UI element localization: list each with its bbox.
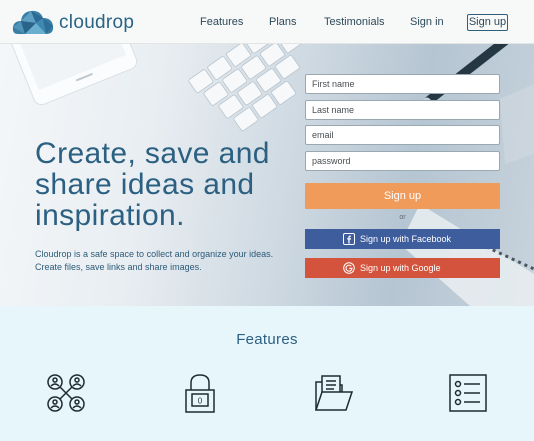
password-field[interactable] [305,151,500,171]
nav-testimonials[interactable]: Testimonials [324,16,385,28]
header-signup-button[interactable]: Sign up [467,14,508,31]
list-icon [449,374,487,412]
nav-plans[interactable]: Plans [269,16,297,28]
cloudrop-logo-icon[interactable] [12,7,54,37]
google-button-label: Sign up with Google [360,263,441,273]
facebook-icon [343,233,355,245]
signup-submit-button[interactable]: Sign up [305,183,500,209]
hero-description: Cloudrop is a safe space to collect and … [35,249,274,272]
google-icon [343,262,355,274]
hero-headline: Create, save and share ideas and inspira… [35,137,270,232]
features-heading: Features [236,331,298,348]
google-signup-button[interactable]: Sign up with Google [305,258,500,278]
network-people-icon [47,374,85,412]
lock-icon: 0 [185,374,215,413]
brand-name[interactable]: cloudrop [59,12,134,34]
nav-features[interactable]: Features [200,16,243,28]
folder-icon [314,375,354,411]
first-name-field[interactable] [305,74,500,94]
svg-text:0: 0 [198,397,203,406]
facebook-signup-button[interactable]: Sign up with Facebook [305,229,500,249]
email-field[interactable] [305,125,500,145]
nav-sign-in[interactable]: Sign in [410,16,444,28]
facebook-button-label: Sign up with Facebook [360,234,452,244]
site-header: cloudrop Features Plans Testimonials Sig… [0,0,534,44]
or-separator: or [399,214,406,221]
last-name-field[interactable] [305,100,500,120]
